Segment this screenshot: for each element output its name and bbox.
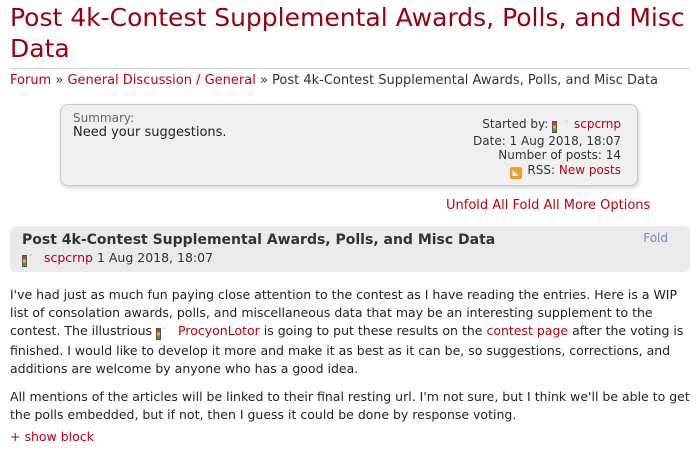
thread-date: Date: 1 Aug 2018, 18:07 xyxy=(473,133,621,148)
page-title: Post 4k-Contest Supplemental Awards, Pol… xyxy=(10,3,685,63)
started-by-label: Started by: xyxy=(482,117,549,131)
breadcrumb-current: Post 4k-Contest Supplemental Awards, Pol… xyxy=(272,73,659,88)
user-karma-icon[interactable]: ″ xyxy=(552,119,568,134)
more-options-link[interactable]: More Options xyxy=(564,198,651,213)
rss-icon: ◣ xyxy=(509,166,522,179)
unfold-all-link[interactable]: Unfold All xyxy=(446,198,508,213)
thread-options: Unfold All Fold All More Options xyxy=(446,198,650,214)
fold-all-link[interactable]: Fold All xyxy=(513,198,560,213)
started-by-row: Started by: ″ scpcrnp xyxy=(473,117,621,134)
mentioned-user-link[interactable]: ProcyonLotor xyxy=(178,323,260,338)
post-header: Post 4k-Contest Supplemental Awards, Pol… xyxy=(10,226,690,272)
post-text: is going to put these results on the xyxy=(259,323,487,338)
post-meta: ″ scpcrnp 1 Aug 2018, 18:07 xyxy=(22,250,213,268)
post-paragraph: All mentions of the articles will be lin… xyxy=(10,389,690,422)
thread-meta: Started by: ″ scpcrnp Date: 1 Aug 2018, … xyxy=(473,117,621,179)
summary-text: Need your suggestions. xyxy=(73,125,227,140)
rss-new-posts-link[interactable]: New posts xyxy=(559,163,621,177)
breadcrumb-separator: » xyxy=(255,73,273,88)
thread-summary-box: Summary: Need your suggestions. Started … xyxy=(60,104,638,186)
breadcrumb-separator: » xyxy=(51,73,68,88)
post-fold-link[interactable]: Fold xyxy=(643,231,668,245)
rss-label: RSS: xyxy=(527,162,556,177)
breadcrumb: Forum » General Discussion / General » P… xyxy=(10,72,658,90)
user-karma-icon[interactable]: ″ xyxy=(156,324,172,342)
rss-row: ◣ RSS: New posts xyxy=(473,163,621,179)
breadcrumb-forum-link[interactable]: Forum xyxy=(10,73,51,88)
post-author-link[interactable]: scpcrnp xyxy=(44,250,93,265)
post-date: 1 Aug 2018, 18:07 xyxy=(96,250,214,265)
summary-label: Summary: xyxy=(73,111,135,125)
post-title: Post 4k-Contest Supplemental Awards, Pol… xyxy=(22,232,496,248)
breadcrumb-category-link[interactable]: General Discussion / General xyxy=(67,73,255,88)
user-karma-icon[interactable]: ″ xyxy=(22,252,38,268)
post-paragraph: I've had just as much fun paying close a… xyxy=(10,286,690,378)
title-divider xyxy=(10,68,690,69)
show-block-toggle[interactable]: + show block xyxy=(10,429,94,445)
post-body: I've had just as much fun paying close a… xyxy=(10,286,690,434)
post-count: Number of posts: 14 xyxy=(498,148,621,162)
started-by-user-link[interactable]: scpcrnp xyxy=(574,117,621,131)
contest-page-link[interactable]: contest page xyxy=(486,323,568,338)
